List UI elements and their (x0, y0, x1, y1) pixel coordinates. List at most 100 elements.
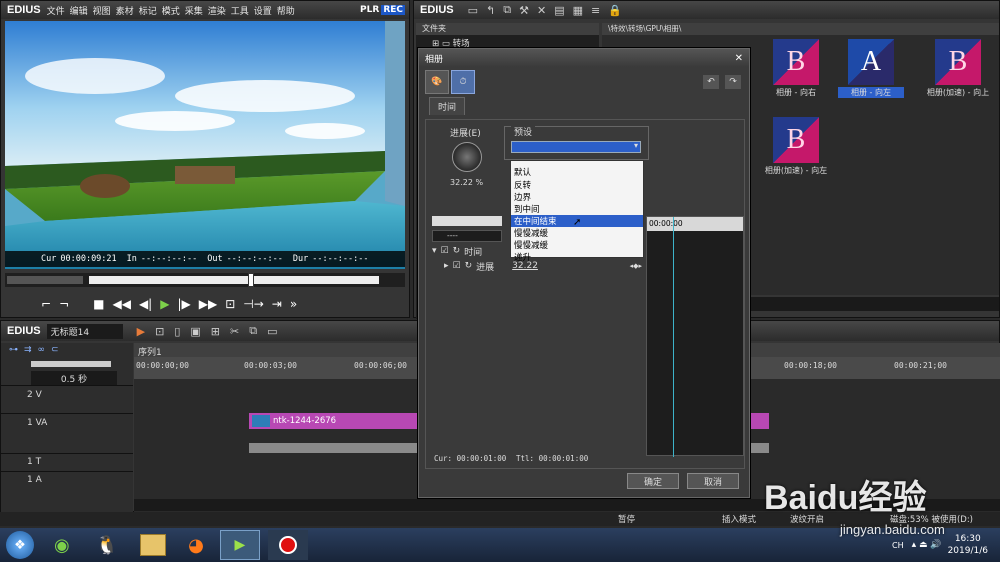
step-forward-icon[interactable]: |▶ (177, 297, 190, 311)
view-icon[interactable]: ▦ (573, 4, 583, 17)
copy-clip-icon[interactable]: ⧉ (249, 324, 257, 338)
menu-item[interactable]: 工具 (231, 7, 249, 17)
rec-button[interactable]: REC (381, 5, 405, 15)
track-1a[interactable]: 1 A (1, 471, 133, 489)
insert-icon[interactable]: ⊣→ (243, 297, 264, 311)
track-1t[interactable]: 1 T (1, 453, 133, 471)
video-preview[interactable] (5, 21, 405, 269)
checkbox-icon[interactable]: ☑ (441, 246, 449, 256)
palette-icon[interactable]: 🎨 (425, 70, 449, 94)
scrub-handle[interactable] (248, 273, 254, 287)
menu-item[interactable]: 设置 (254, 7, 272, 17)
scrub-track[interactable] (89, 276, 379, 284)
delete-icon[interactable]: ✕ (537, 4, 546, 17)
qq-icon[interactable]: 🐧 (96, 535, 118, 556)
menu-item[interactable]: 编辑 (70, 7, 88, 17)
status-insert-mode[interactable]: 插入模式 (722, 513, 756, 525)
save-icon[interactable]: ▣ (190, 325, 200, 338)
preset-option[interactable]: 默认 (511, 165, 643, 179)
keyframe-graph[interactable]: 00:00:00 (646, 216, 744, 457)
ok-button[interactable]: 确定 (627, 473, 679, 489)
bin-item-2[interactable]: B 相册(加速) - 向上 (918, 39, 998, 119)
undo-icon[interactable]: ↶ (703, 75, 719, 89)
progress-label: 进展(E) (450, 129, 481, 139)
folder-icon[interactable]: ▭ (468, 4, 478, 17)
redo-icon[interactable]: ↷ (725, 75, 741, 89)
bin-item-1[interactable]: A 相册 - 向左 (838, 39, 904, 119)
layout-icon[interactable]: ≡ (591, 4, 600, 17)
preset-option[interactable]: 反转 (511, 179, 643, 191)
bin-item-3[interactable]: B 相册(加速) - 向左 (754, 117, 838, 177)
expand-icon[interactable]: ▾ (432, 246, 437, 256)
track-2v[interactable]: 2 V (1, 385, 133, 413)
watermark-url: jingyan.baidu.com (840, 522, 945, 537)
properties-icon[interactable]: ▤ (554, 4, 564, 17)
tree-row-time[interactable]: ▾ ☑ ↻ 时间 (432, 244, 642, 258)
start-button-icon[interactable]: ❖ (6, 531, 34, 559)
checkbox-icon[interactable]: ☑ (453, 261, 461, 271)
zoom-slider[interactable] (31, 361, 111, 367)
preset-option[interactable]: 边界 (511, 191, 643, 203)
scale-select[interactable]: 0.5 秒 (31, 371, 117, 385)
cancel-button[interactable]: 取消 (687, 473, 739, 489)
explorer-icon[interactable] (140, 534, 167, 556)
keyframe-zoom-slider[interactable] (432, 216, 502, 226)
up-icon[interactable]: ↰ (486, 4, 495, 17)
mark-in-icon[interactable]: ⌐ (41, 297, 51, 311)
expand-icon[interactable]: ▸ (444, 261, 449, 271)
menu-item[interactable]: 视图 (93, 7, 111, 17)
preset-select[interactable]: ▾ (511, 141, 641, 153)
scrub-bar[interactable] (5, 273, 405, 287)
loop-icon[interactable]: ⊡ (225, 297, 235, 311)
track-1va[interactable]: 1 VA (1, 413, 133, 453)
folder-item[interactable]: ⊞ ▭ 转场 (416, 35, 599, 49)
paste-icon[interactable]: ▭ (267, 325, 277, 338)
progress-knob[interactable] (452, 142, 482, 172)
menu-item[interactable]: 帮助 (277, 7, 295, 17)
tab-time[interactable]: 时间 (429, 97, 466, 115)
tree-row-value[interactable]: 32.22 (512, 261, 538, 271)
sync-icon[interactable]: ⇉ (24, 345, 32, 355)
file-icon[interactable]: ▯ (174, 325, 180, 338)
menu-item[interactable]: 文件 (47, 7, 65, 17)
timer-icon[interactable]: ⏱ (451, 70, 475, 94)
firefox-icon[interactable]: ◕ (188, 535, 204, 556)
group-icon[interactable]: ⊂ (51, 345, 59, 355)
mark-out-icon[interactable]: ¬ (59, 297, 69, 311)
rewind-icon[interactable]: ◀◀ (112, 297, 130, 311)
play-icon[interactable]: ▶ (160, 297, 169, 311)
timecode-bar: Cur 00:00:09:21 In --:--:--:-- Out --:--… (5, 251, 405, 267)
bin-item-0[interactable]: B 相册 - 向右 (766, 39, 826, 119)
stop-icon[interactable]: ■ (93, 297, 104, 311)
plr-button[interactable]: PLR (360, 5, 379, 15)
fast-forward-icon[interactable]: ▶▶ (199, 297, 217, 311)
menu-item[interactable]: 素材 (116, 7, 134, 17)
keyframe-dash-select[interactable]: ---- (432, 230, 502, 242)
keyframe-playhead[interactable] (673, 217, 674, 457)
track-mode-icon[interactable]: ⊶ (9, 345, 18, 355)
lock-icon[interactable]: 🔒 (608, 4, 622, 17)
menu-item[interactable]: 标记 (139, 7, 157, 17)
ruler-mark: 00:00:06;00 (354, 361, 407, 370)
overwrite-icon[interactable]: ⇥ (272, 297, 282, 311)
preset-option[interactable]: 到中间 (511, 203, 643, 215)
tree-row-progress[interactable]: ▸ ☑ ↻ 进展 32.22 ◂◆▸ (444, 259, 642, 273)
new-sequence-icon[interactable]: ▶ (137, 325, 145, 338)
keyframe-nav-icon[interactable]: ◂◆▸ (630, 262, 642, 270)
step-back-icon[interactable]: ◀| (139, 297, 152, 311)
capture-icon[interactable]: ⊡ (155, 325, 164, 338)
copy-icon[interactable]: ⧉ (503, 3, 511, 17)
more-icon[interactable]: » (290, 297, 297, 311)
dialog-close-icon[interactable]: ✕ (735, 53, 743, 64)
recorder-icon[interactable] (267, 530, 308, 560)
360-icon[interactable]: ◉ (54, 535, 70, 556)
menu-item[interactable]: 渲染 (208, 7, 226, 17)
tools-icon[interactable]: ⚒ (519, 4, 529, 17)
preset-option[interactable]: 慢慢减缓 (511, 227, 643, 239)
cut-icon[interactable]: ✂ (230, 325, 239, 338)
link-icon[interactable]: ∞ (38, 345, 46, 355)
menu-item[interactable]: 采集 (185, 7, 203, 17)
edius-taskbar-icon[interactable]: ▶ (219, 530, 260, 560)
menu-item[interactable]: 模式 (162, 7, 180, 17)
export-icon[interactable]: ⊞ (211, 325, 220, 338)
